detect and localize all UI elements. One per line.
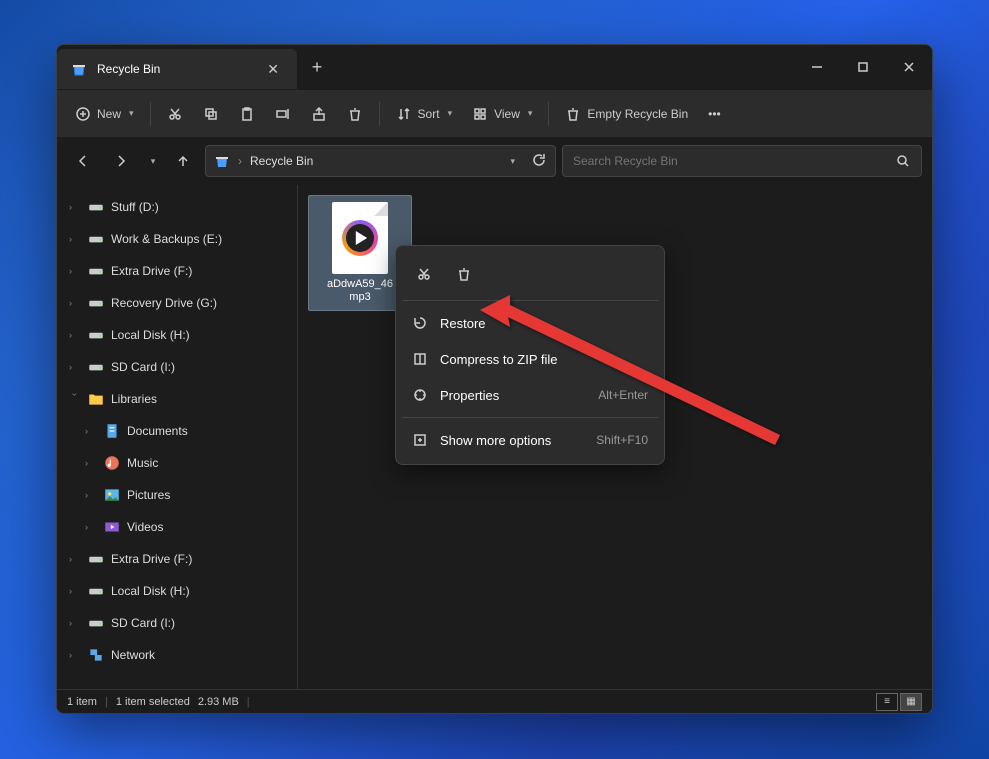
search-icon <box>895 153 911 169</box>
new-button[interactable]: New▾ <box>67 98 142 130</box>
maximize-button[interactable] <box>840 45 886 89</box>
explorer-window: Recycle Bin ✕ + New▾ Sort▾ View▾ Empty R… <box>56 44 933 714</box>
empty-label: Empty Recycle Bin <box>587 107 688 121</box>
file-thumbnail <box>332 202 388 274</box>
paste-button[interactable] <box>231 98 263 130</box>
ctx-showmore-label: Show more options <box>440 433 551 448</box>
search-box[interactable] <box>562 145 922 177</box>
sidebar-item-videos[interactable]: ›Videos <box>57 511 297 543</box>
share-button[interactable] <box>303 98 335 130</box>
toolbar: New▾ Sort▾ View▾ Empty Recycle Bin ••• <box>57 89 932 137</box>
minimize-button[interactable] <box>794 45 840 89</box>
breadcrumb-location[interactable]: Recycle Bin <box>250 154 313 168</box>
recent-button[interactable]: ▾ <box>143 145 161 177</box>
close-button[interactable] <box>886 45 932 89</box>
view-button[interactable]: View▾ <box>464 98 540 130</box>
ctx-properties-label: Properties <box>440 388 499 403</box>
restore-icon <box>412 315 428 331</box>
sort-button[interactable]: Sort▾ <box>388 98 461 130</box>
back-button[interactable] <box>67 145 99 177</box>
sidebar-item-stuff-d-[interactable]: ›Stuff (D:) <box>57 191 297 223</box>
ctx-showmore[interactable]: Show more options Shift+F10 <box>402 422 658 458</box>
forward-button[interactable] <box>105 145 137 177</box>
address-bar[interactable]: › Recycle Bin ▾ <box>205 145 556 177</box>
sidebar-item-work-backups-e-[interactable]: ›Work & Backups (E:) <box>57 223 297 255</box>
status-size: 2.93 MB <box>198 696 239 708</box>
titlebar: Recycle Bin ✕ + <box>57 45 932 89</box>
rename-button[interactable] <box>267 98 299 130</box>
navigation-row: ▾ › Recycle Bin ▾ <box>57 137 932 185</box>
refresh-button[interactable] <box>531 152 547 171</box>
ctx-restore[interactable]: Restore <box>402 305 658 341</box>
sidebar-item-local-disk-h-[interactable]: ›Local Disk (H:) <box>57 575 297 607</box>
ctx-restore-label: Restore <box>440 316 486 331</box>
ctx-cut-button[interactable] <box>406 256 442 292</box>
status-selected: 1 item selected <box>116 696 190 708</box>
context-menu: Restore Compress to ZIP file Properties … <box>395 245 665 465</box>
sidebar-item-network[interactable]: ›Network <box>57 639 297 671</box>
sidebar-item-sd-card-i-[interactable]: ›SD Card (I:) <box>57 607 297 639</box>
sidebar-item-extra-drive-f-[interactable]: ›Extra Drive (F:) <box>57 543 297 575</box>
status-items: 1 item <box>67 696 97 708</box>
up-button[interactable] <box>167 145 199 177</box>
more-button[interactable]: ••• <box>700 98 729 130</box>
tab-recyclebin[interactable]: Recycle Bin ✕ <box>57 49 297 89</box>
window-controls <box>794 45 932 89</box>
new-tab-button[interactable]: + <box>297 45 337 89</box>
new-label: New <box>97 107 121 121</box>
tab-close-button[interactable]: ✕ <box>263 59 283 80</box>
sidebar: ›Stuff (D:)›Work & Backups (E:)›Extra Dr… <box>57 185 297 689</box>
recyclebin-icon <box>214 153 230 169</box>
delete-button[interactable] <box>339 98 371 130</box>
showmore-icon <box>412 432 428 448</box>
tab-title: Recycle Bin <box>97 62 253 76</box>
recyclebin-icon <box>71 61 87 77</box>
ctx-compress-label: Compress to ZIP file <box>440 352 558 367</box>
copy-button[interactable] <box>195 98 227 130</box>
details-view-button[interactable]: ≡ <box>876 693 898 711</box>
sidebar-item-sd-card-i-[interactable]: ›SD Card (I:) <box>57 351 297 383</box>
sidebar-item-pictures[interactable]: ›Pictures <box>57 479 297 511</box>
sidebar-item-music[interactable]: ›Music <box>57 447 297 479</box>
properties-icon <box>412 387 428 403</box>
ctx-properties[interactable]: Properties Alt+Enter <box>402 377 658 413</box>
sidebar-item-documents[interactable]: ›Documents <box>57 415 297 447</box>
statusbar: 1 item | 1 item selected 2.93 MB | ≡ ▦ <box>57 689 932 713</box>
empty-recyclebin-button[interactable]: Empty Recycle Bin <box>557 98 696 130</box>
zip-icon <box>412 351 428 367</box>
ctx-properties-shortcut: Alt+Enter <box>598 388 648 402</box>
ctx-showmore-shortcut: Shift+F10 <box>596 433 648 447</box>
cut-button[interactable] <box>159 98 191 130</box>
sidebar-item-local-disk-h-[interactable]: ›Local Disk (H:) <box>57 319 297 351</box>
view-label: View <box>494 107 520 121</box>
sort-label: Sort <box>418 107 440 121</box>
icons-view-button[interactable]: ▦ <box>900 693 922 711</box>
search-input[interactable] <box>573 154 895 168</box>
sidebar-item-extra-drive-f-[interactable]: ›Extra Drive (F:) <box>57 255 297 287</box>
file-name: aDdwA59_46 mp3 <box>327 278 393 304</box>
ctx-delete-button[interactable] <box>446 256 482 292</box>
sidebar-item-libraries[interactable]: ›Libraries <box>57 383 297 415</box>
ctx-compress[interactable]: Compress to ZIP file <box>402 341 658 377</box>
sidebar-item-recovery-drive-g-[interactable]: ›Recovery Drive (G:) <box>57 287 297 319</box>
